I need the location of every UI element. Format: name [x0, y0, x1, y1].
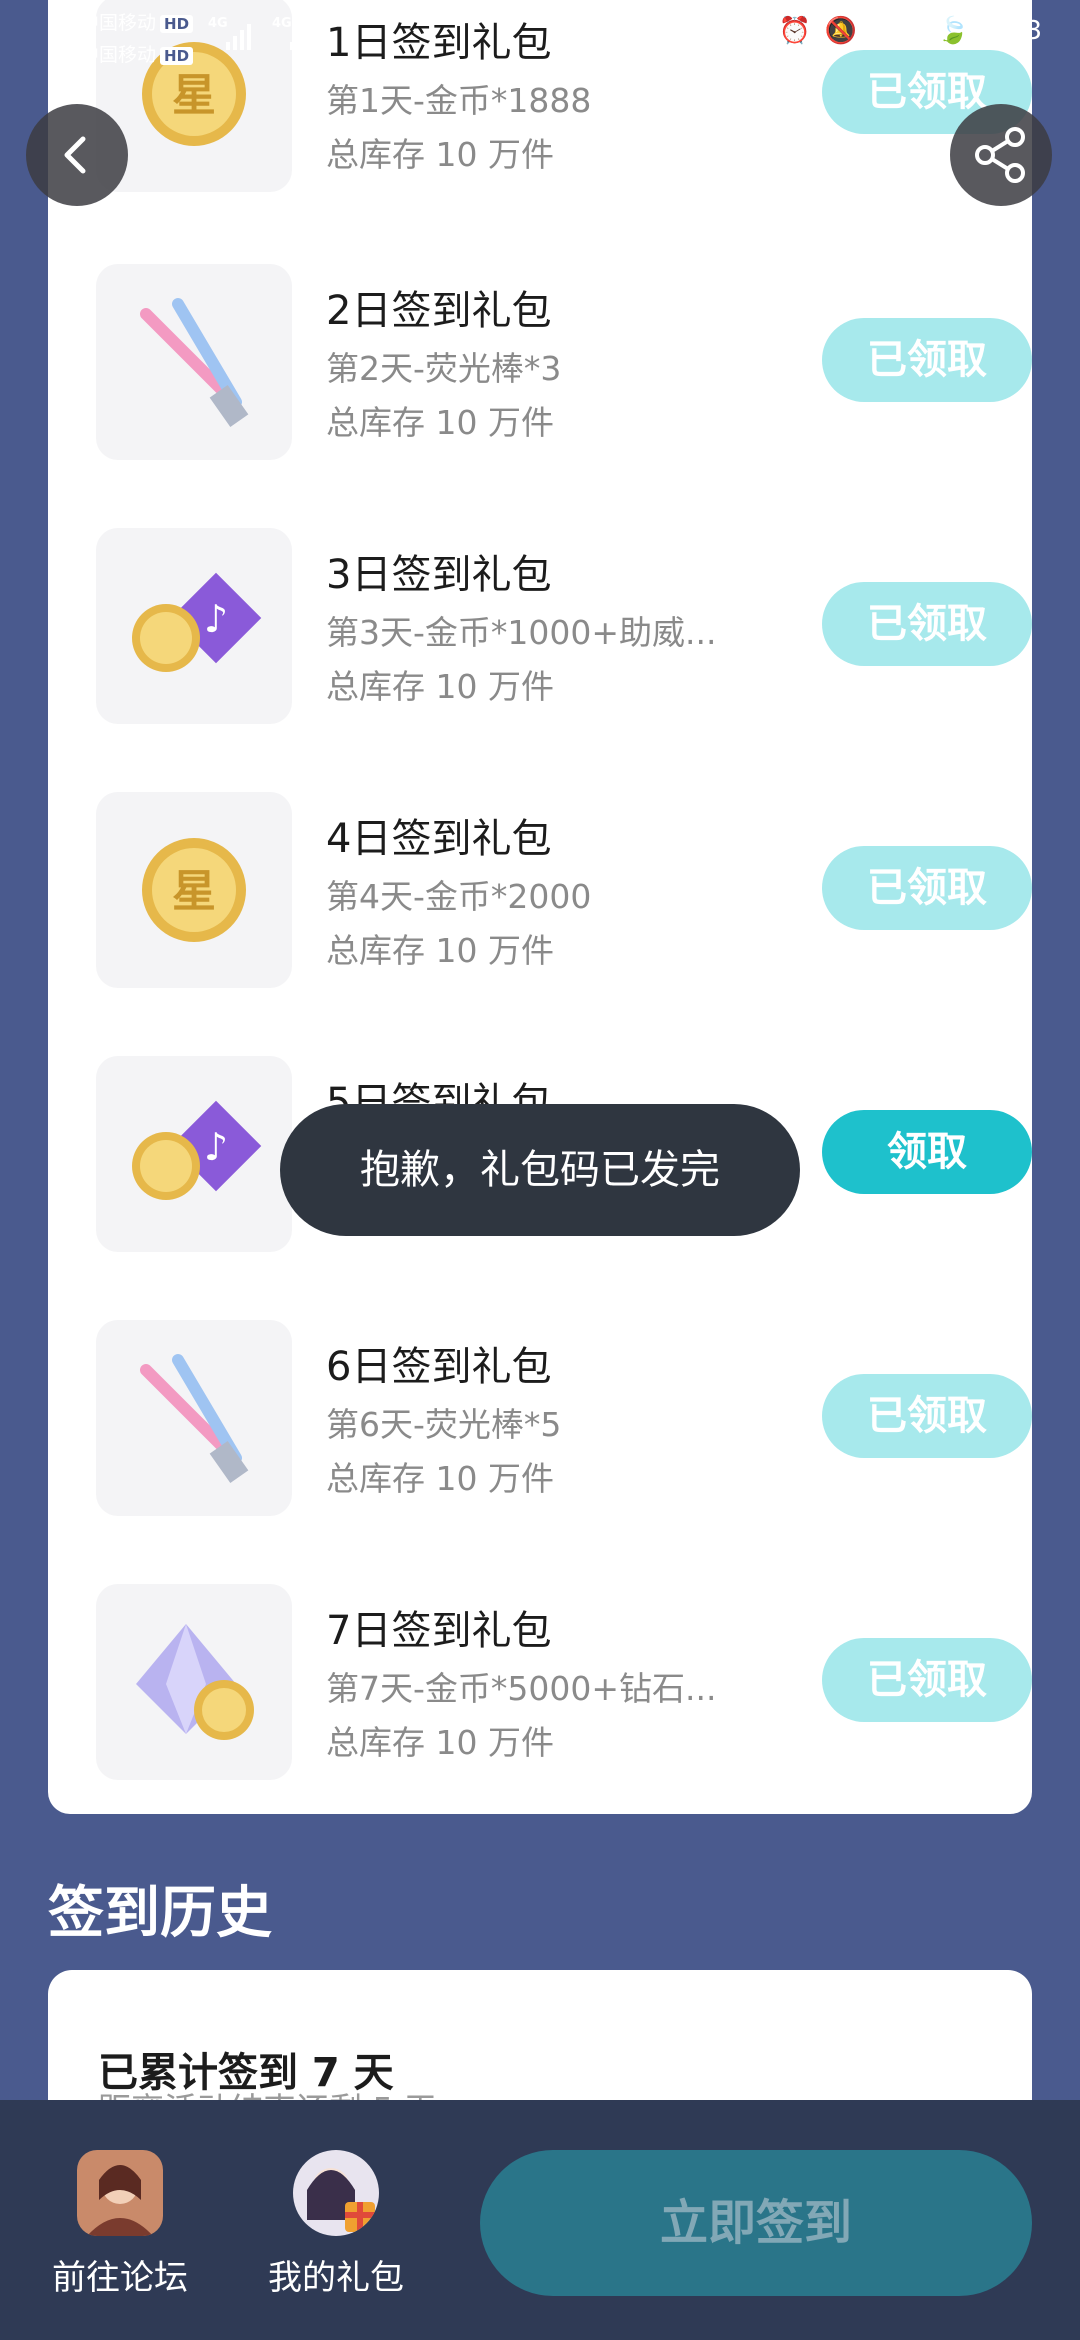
signal-icon — [226, 24, 251, 50]
clock: 8:23 — [983, 16, 1042, 46]
gift-desc: 第3天-金币*1000+助威... — [326, 613, 717, 652]
gift-title: 2日签到礼包 — [326, 288, 552, 334]
svg-text:♪: ♪ — [204, 1125, 228, 1169]
sign-in-button[interactable]: 立即签到 — [480, 2150, 1032, 2296]
diamond-and-coin-icon — [96, 1584, 292, 1780]
claim-button[interactable]: 领取 — [822, 1110, 1032, 1194]
status-bar: 中国移动 HD 中国移动 HD 4G 4G ⏰ 🔕 67 🍃 8:23 — [0, 0, 1080, 72]
battery-icon: 67 — [871, 17, 929, 45]
gift-title: 6日签到礼包 — [326, 1344, 552, 1390]
gift-stock: 总库存 10 万件 — [326, 1459, 554, 1498]
gift-stock: 总库存 10 万件 — [326, 667, 554, 706]
gift-row-day-3: ♪ 3日签到礼包 第3天-金币*1000+助威... 总库存 10 万件 已领取 — [96, 528, 1032, 724]
forum-label: 前往论坛 — [52, 2258, 188, 2298]
claimed-button[interactable]: 已领取 — [822, 1374, 1032, 1458]
gift-desc: 第4天-金币*2000 — [326, 877, 592, 916]
coin-and-music-card-icon: ♪ — [96, 528, 292, 724]
toast-message: 抱歉，礼包码已发完 — [280, 1104, 800, 1236]
network-type: 4G — [208, 16, 228, 31]
claimed-button[interactable]: 已领取 — [822, 846, 1032, 930]
gift-desc: 第6天-荧光棒*5 — [326, 1405, 562, 1444]
gift-row-day-4: 星 4日签到礼包 第4天-金币*2000 总库存 10 万件 已领取 — [96, 792, 1032, 988]
forum-nav-button[interactable]: 前往论坛 — [30, 2150, 210, 2299]
gift-row-day-6: 6日签到礼包 第6天-荧光棒*5 总库存 10 万件 已领取 — [96, 1320, 1032, 1516]
glow-stick-icon — [96, 264, 292, 460]
gift-title: 7日签到礼包 — [326, 1608, 552, 1654]
mute-icon: 🔕 — [824, 16, 858, 46]
gift-row-day-7: 7日签到礼包 第7天-金币*5000+钻石... 总库存 10 万件 已领取 — [96, 1584, 1032, 1780]
my-gifts-nav-button[interactable]: 我的礼包 — [246, 2150, 426, 2299]
gift-desc: 第1天-金币*1888 — [326, 81, 592, 120]
bottom-action-bar: 前往论坛 我的礼包 立即签到 — [0, 2100, 1080, 2340]
svg-text:星: 星 — [172, 866, 216, 917]
back-button[interactable] — [26, 104, 128, 206]
claimed-button[interactable]: 已领取 — [822, 318, 1032, 402]
svg-text:星: 星 — [172, 70, 216, 121]
signal-icon — [290, 24, 315, 50]
alarm-icon: ⏰ — [778, 16, 811, 46]
gold-coin-icon: 星 — [96, 792, 292, 988]
coin-and-music-card-icon: ♪ — [96, 1056, 292, 1252]
gift-title: 3日签到礼包 — [326, 552, 552, 598]
chevron-left-icon — [64, 136, 86, 174]
leaf-icon: 🍃 — [937, 16, 970, 46]
gift-title: 4日签到礼包 — [326, 816, 552, 862]
gift-row-day-2: 2日签到礼包 第2天-荧光棒*3 总库存 10 万件 已领取 — [96, 264, 1032, 460]
gift-stock: 总库存 10 万件 — [326, 931, 554, 970]
share-icon — [975, 127, 1025, 183]
gift-desc: 第2天-荧光棒*3 — [326, 349, 562, 388]
carrier-label: 中国移动 HD — [80, 40, 194, 67]
claimed-button[interactable]: 已领取 — [822, 1638, 1032, 1722]
gift-stock: 总库存 10 万件 — [326, 1723, 554, 1762]
network-type: 4G — [272, 16, 292, 31]
gift-stock: 总库存 10 万件 — [326, 403, 554, 442]
carrier-label: 中国移动 HD — [80, 8, 194, 35]
my-gifts-label: 我的礼包 — [268, 2258, 404, 2298]
gift-stock: 总库存 10 万件 — [326, 135, 554, 174]
gift-desc: 第7天-金币*5000+钻石... — [326, 1669, 717, 1708]
share-button[interactable] — [950, 104, 1052, 206]
gift-list-card: 星 1日签到礼包 第1天-金币*1888 总库存 10 万件 已领取 2日签到礼… — [48, 0, 1032, 1814]
glow-stick-icon — [96, 1320, 292, 1516]
svg-text:♪: ♪ — [204, 597, 228, 641]
gift-avatar-icon — [293, 2150, 379, 2236]
forum-avatar-icon — [77, 2150, 163, 2236]
claimed-button[interactable]: 已领取 — [822, 582, 1032, 666]
history-section-title: 签到历史 — [48, 1881, 272, 1946]
